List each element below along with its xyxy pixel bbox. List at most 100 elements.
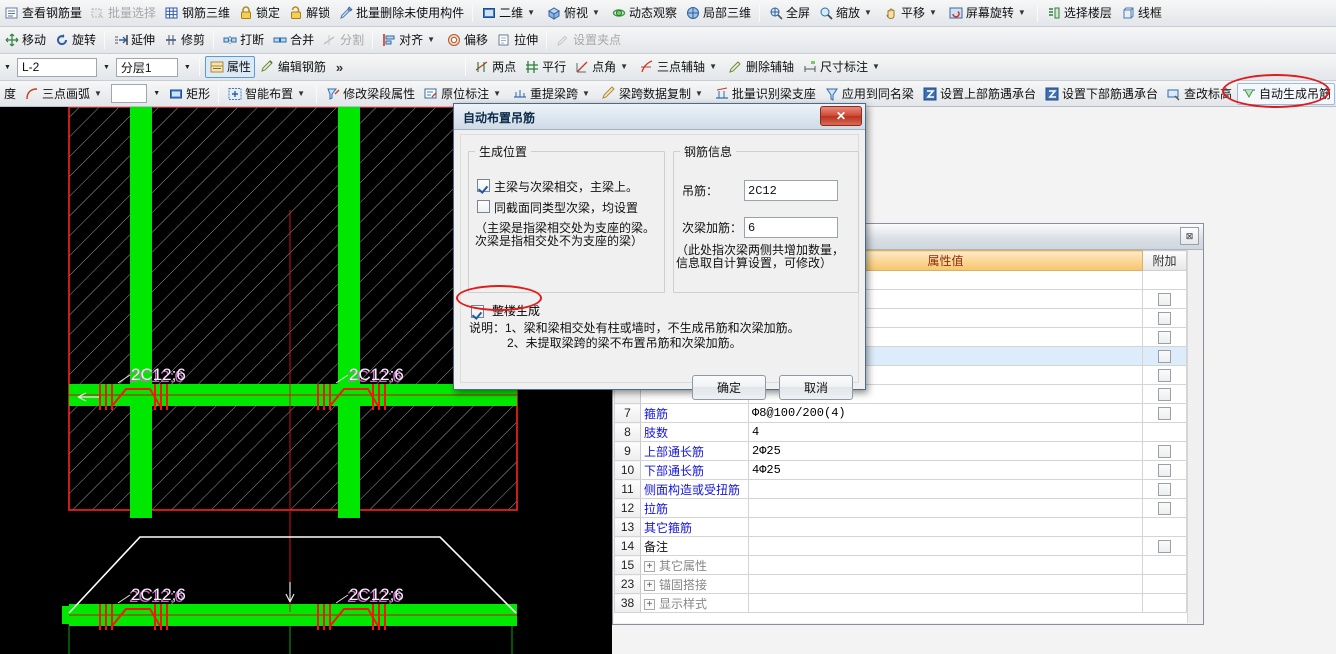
row-additional-cell[interactable] xyxy=(1142,574,1187,594)
tb-batch-delete-unused[interactable]: 批量删除未使用构件 xyxy=(335,2,467,24)
row-additional-cell[interactable] xyxy=(1142,308,1187,328)
tb-rectangle[interactable]: 矩形 xyxy=(165,83,213,105)
tb-lock[interactable]: 锁定 xyxy=(235,2,283,24)
tb-top-rebar-cap[interactable]: 设置上部筋遇承台 xyxy=(919,83,1039,105)
row-property-value[interactable] xyxy=(748,593,1143,613)
chevron-down-icon[interactable]: ▼ xyxy=(523,2,538,24)
chevron-down-icon[interactable]: ▼ xyxy=(423,29,438,51)
table-row[interactable]: 14 备注 xyxy=(614,536,1187,556)
tb-apply-same-beam[interactable]: 应用到同名梁 xyxy=(821,83,917,105)
expand-icon[interactable]: + xyxy=(644,560,655,572)
floor-combo[interactable]: L-2 xyxy=(16,57,97,77)
chevron-down-icon[interactable]: ▼ xyxy=(691,83,706,105)
checkbox-main-secondary-beam-row[interactable]: 主梁与次梁相交，主梁上。 xyxy=(477,178,664,195)
table-row[interactable]: 11 侧面构造或受扭筋 xyxy=(614,479,1187,499)
row-property-value[interactable] xyxy=(748,574,1143,594)
table-row[interactable]: 15 + 其它属性 xyxy=(614,555,1187,575)
checkbox-whole-floor-row[interactable]: 整楼生成 xyxy=(471,302,540,319)
checkbox-main-secondary-beam[interactable] xyxy=(477,179,490,192)
row-additional-cell[interactable] xyxy=(1142,517,1187,537)
chevron-down-icon[interactable]: ▼ xyxy=(293,83,308,105)
row-property-value[interactable] xyxy=(748,536,1143,556)
row-additional-cell[interactable] xyxy=(1142,479,1187,499)
table-row[interactable]: 8 肢数 4 xyxy=(614,422,1187,442)
row-additional-cell[interactable] xyxy=(1142,536,1187,556)
row-additional-cell[interactable] xyxy=(1142,460,1187,480)
layer-combo[interactable]: 分层1 xyxy=(115,57,178,77)
additional-checkbox[interactable] xyxy=(1158,464,1171,478)
tb-rebar-3d[interactable]: 钢筋三维 xyxy=(161,2,233,24)
row-additional-cell[interactable] xyxy=(1142,270,1187,290)
chevron-down-icon[interactable]: ▼ xyxy=(868,56,883,78)
tb-dynamic-orbit[interactable]: 动态观察 xyxy=(608,2,680,24)
checkbox-same-section-row[interactable]: 同截面同类型次梁，均设置 xyxy=(477,199,664,216)
row-property-name[interactable]: + 显示样式 xyxy=(640,593,749,613)
tb-wireframe[interactable]: 线框 xyxy=(1117,2,1165,24)
additional-checkbox[interactable] xyxy=(1158,407,1171,421)
row-additional-cell[interactable] xyxy=(1142,593,1187,613)
chevron-down-icon[interactable]: ▼ xyxy=(616,56,631,78)
row-property-name[interactable]: + 其它属性 xyxy=(640,555,749,575)
close-icon[interactable]: ⊠ xyxy=(1180,227,1199,245)
tb-three-point-axis[interactable]: 三点辅轴 ▼ xyxy=(636,56,723,78)
tb-unlock[interactable]: 解锁 xyxy=(285,2,333,24)
tb-pan[interactable]: 平移 ▼ xyxy=(880,2,943,24)
table-row[interactable]: 23 + 锚固搭接 xyxy=(614,574,1187,594)
chevron-down-icon[interactable]: ▼ xyxy=(180,64,195,71)
tb-point-angle[interactable]: 点角 ▼ xyxy=(571,56,634,78)
tb-dimension[interactable]: 尺寸标注 ▼ xyxy=(799,56,886,78)
tb-smart-layout[interactable]: 智能布置 ▼ xyxy=(224,83,311,105)
row-additional-cell[interactable] xyxy=(1142,422,1187,442)
table-row[interactable]: 12 拉筋 xyxy=(614,498,1187,518)
additional-checkbox[interactable] xyxy=(1158,388,1171,402)
additional-checkbox[interactable] xyxy=(1158,445,1171,459)
additional-checkbox[interactable] xyxy=(1158,293,1171,307)
tb-extend[interactable]: 延伸 xyxy=(110,29,158,51)
tb-top-view[interactable]: 俯视 ▼ xyxy=(543,2,606,24)
chevron-down-icon[interactable]: ▼ xyxy=(90,83,105,105)
tb-screen-rotate[interactable]: 屏幕旋转 ▼ xyxy=(945,2,1032,24)
additional-checkbox[interactable] xyxy=(1158,331,1171,345)
tb-align[interactable]: 对齐 ▼ xyxy=(378,29,441,51)
tb-stretch[interactable]: 拉伸 xyxy=(493,29,541,51)
tb-local-3d[interactable]: 局部三维 xyxy=(682,2,754,24)
row-property-value[interactable] xyxy=(748,517,1143,537)
additional-checkbox[interactable] xyxy=(1158,312,1171,326)
row-property-name[interactable]: 侧面构造或受扭筋 xyxy=(640,479,749,499)
tb-parallel[interactable]: 平行 xyxy=(521,56,569,78)
row-property-name[interactable]: 箍筋 xyxy=(640,403,749,423)
tb-edit-rebar[interactable]: 编辑钢筋 xyxy=(257,56,329,78)
tb-three-point-arc[interactable]: 三点画弧 ▼ xyxy=(21,83,108,105)
tb-check-elevation[interactable]: 查改标高 xyxy=(1163,83,1235,105)
row-additional-cell[interactable] xyxy=(1142,555,1187,575)
tb-batch-beam-support[interactable]: 批量识别梁支座 xyxy=(711,83,819,105)
row-additional-cell[interactable] xyxy=(1142,384,1187,404)
tb-batch-select[interactable]: 批量选择 xyxy=(87,2,159,24)
chevron-down-icon[interactable]: ▼ xyxy=(149,90,164,97)
tb-copy-span-data[interactable]: 梁跨数据复制 ▼ xyxy=(598,83,709,105)
expand-icon[interactable]: + xyxy=(644,579,655,591)
tb-modify-beam-segment[interactable]: 修改梁段属性 xyxy=(322,83,418,105)
additional-checkbox[interactable] xyxy=(1158,502,1171,516)
chevron-down-icon[interactable]: ▼ xyxy=(860,2,875,24)
additional-checkbox[interactable] xyxy=(1158,483,1171,497)
tb-in-situ-label[interactable]: 原位标注 ▼ xyxy=(420,83,507,105)
table-row[interactable]: 38 + 显示样式 xyxy=(614,593,1187,613)
tb-auto-hanger-rebar[interactable]: 自动生成吊筋 xyxy=(1236,82,1335,105)
toolbar-overflow-marker[interactable]: » xyxy=(330,60,349,75)
row-property-name[interactable]: 拉筋 xyxy=(640,498,749,518)
row-additional-cell[interactable] xyxy=(1142,365,1187,385)
table-row[interactable]: 7 箍筋 Φ8@100/200(4) xyxy=(614,403,1187,423)
property-panel-scrollbar[interactable] xyxy=(1187,250,1202,623)
row-additional-cell[interactable] xyxy=(1142,403,1187,423)
blank-combo[interactable] xyxy=(110,84,148,103)
additional-checkbox[interactable] xyxy=(1158,369,1171,383)
row-property-value[interactable]: 2Φ25 xyxy=(748,441,1143,461)
tb-set-grip[interactable]: 设置夹点 xyxy=(552,29,624,51)
chevron-down-icon[interactable]: ▼ xyxy=(1014,2,1029,24)
row-additional-cell[interactable] xyxy=(1142,441,1187,461)
row-property-name[interactable]: 其它箍筋 xyxy=(640,517,749,537)
chevron-down-icon[interactable]: ▼ xyxy=(705,56,720,78)
chevron-down-icon[interactable]: ▼ xyxy=(99,64,114,71)
tb-break[interactable]: 打断 xyxy=(219,29,267,51)
